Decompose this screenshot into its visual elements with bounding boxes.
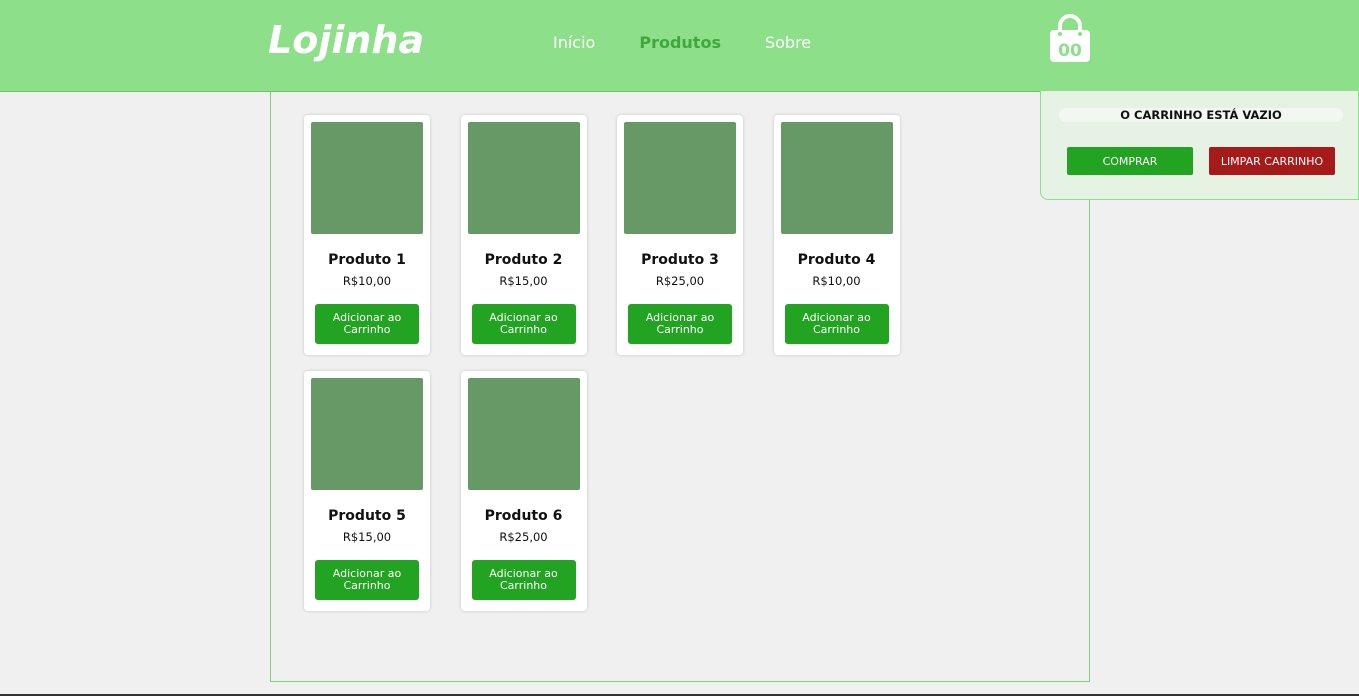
product-card: Produto 1 R$10,00 Adicionar ao Carrinho <box>304 115 430 355</box>
product-card: Produto 6 R$25,00 Adicionar ao Carrinho <box>460 371 587 611</box>
product-card: Produto 5 R$15,00 Adicionar ao Carrinho <box>304 371 430 611</box>
nav-link-produtos[interactable]: Produtos <box>639 33 721 52</box>
clear-cart-button[interactable]: LIMPAR CARRINHO <box>1209 147 1335 175</box>
product-image <box>467 378 580 490</box>
product-card: Produto 3 R$25,00 Adicionar ao Carrinho <box>617 115 743 355</box>
product-image <box>311 122 423 234</box>
cart-count: 00 <box>1058 41 1082 61</box>
product-price: R$10,00 <box>342 274 392 288</box>
site-header: Lojinha Início Produtos Sobre 00 <box>0 0 1359 92</box>
product-card: Produto 2 R$15,00 Adicionar ao Carrinho <box>460 115 587 355</box>
product-card: Produto 4 R$10,00 Adicionar ao Carrinho <box>773 115 900 355</box>
product-name: Produto 6 <box>484 508 563 524</box>
cart-dropdown: O CARRINHO ESTÁ VAZIO COMPRAR LIMPAR CAR… <box>1040 91 1359 200</box>
product-name: Produto 3 <box>641 252 719 268</box>
site-logo[interactable]: Lojinha <box>268 18 424 62</box>
cart-button[interactable]: 00 <box>1048 14 1092 64</box>
add-to-cart-button[interactable]: Adicionar ao Carrinho <box>315 304 419 344</box>
add-to-cart-button[interactable]: Adicionar ao Carrinho <box>628 304 732 344</box>
product-price: R$15,00 <box>342 530 392 544</box>
main-nav: Início Produtos Sobre <box>553 33 855 52</box>
nav-link-sobre[interactable]: Sobre <box>765 33 811 52</box>
product-price: R$25,00 <box>499 530 548 544</box>
product-image <box>780 122 893 234</box>
add-to-cart-button[interactable]: Adicionar ao Carrinho <box>471 304 576 344</box>
product-price: R$15,00 <box>499 274 548 288</box>
product-name: Produto 1 <box>328 252 406 268</box>
add-to-cart-button[interactable]: Adicionar ao Carrinho <box>471 560 576 600</box>
shopping-bag-icon: 00 <box>1050 14 1090 62</box>
product-name: Produto 5 <box>328 508 406 524</box>
products-section: Produto 1 R$10,00 Adicionar ao Carrinho … <box>270 92 1090 682</box>
buy-button[interactable]: COMPRAR <box>1067 147 1193 175</box>
product-price: R$10,00 <box>812 274 861 288</box>
product-price: R$25,00 <box>655 274 705 288</box>
add-to-cart-button[interactable]: Adicionar ao Carrinho <box>784 304 889 344</box>
product-name: Produto 4 <box>797 252 876 268</box>
product-image <box>624 122 736 234</box>
nav-link-inicio[interactable]: Início <box>553 33 595 52</box>
product-name: Produto 2 <box>484 252 563 268</box>
product-image <box>311 378 423 490</box>
cart-empty-message: O CARRINHO ESTÁ VAZIO <box>1059 108 1343 122</box>
add-to-cart-button[interactable]: Adicionar ao Carrinho <box>315 560 419 600</box>
product-grid: Produto 1 R$10,00 Adicionar ao Carrinho … <box>304 115 1064 627</box>
product-image <box>467 122 580 234</box>
